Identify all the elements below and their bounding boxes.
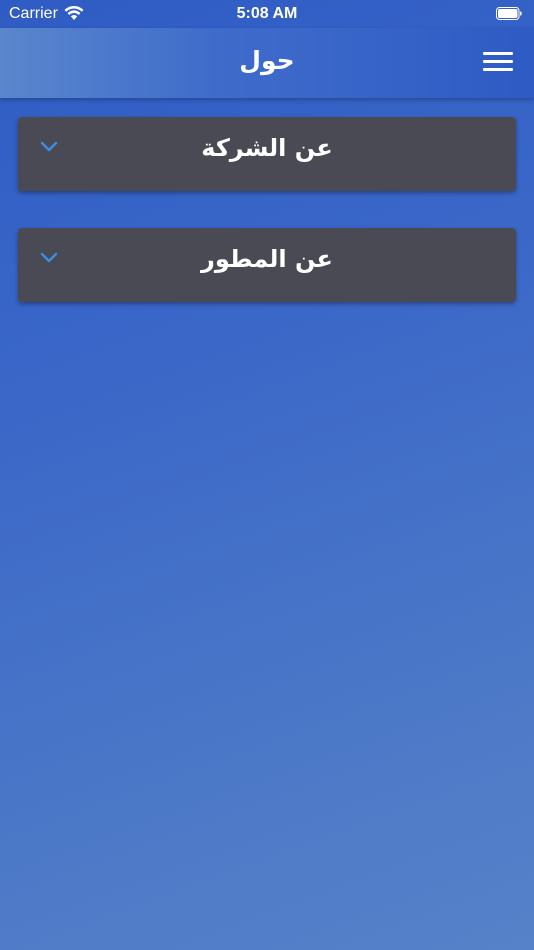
accordion-about-developer[interactable]: عن المطور (18, 228, 516, 302)
status-time: 5:08 AM (236, 5, 298, 22)
accordion-title: عن الشركة (201, 134, 333, 162)
chevron-down-icon (40, 252, 58, 263)
status-bar: Carrier 5:08 AM (0, 0, 534, 28)
hamburger-menu-icon-line (483, 60, 513, 63)
accordion-about-company[interactable]: عن الشركة (18, 117, 516, 191)
hamburger-menu-icon (483, 52, 513, 55)
navigation-header: حول (0, 28, 534, 98)
hamburger-menu-icon-line (483, 68, 513, 71)
chevron-down-icon (40, 141, 58, 152)
accordion-title: عن المطور (201, 245, 333, 273)
battery-icon (496, 7, 522, 20)
menu-button[interactable] (478, 47, 518, 79)
page-title: حول (239, 46, 295, 75)
